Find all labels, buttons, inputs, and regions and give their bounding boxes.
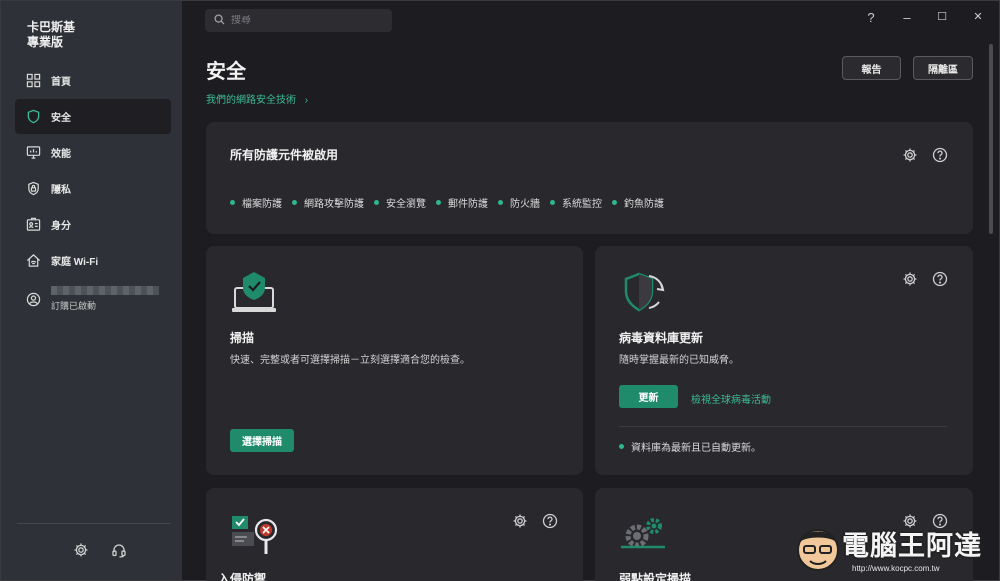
card-actions [902,147,948,166]
scan-desc: 快速、完整或者可選擇掃描－立刻選擇適合您的檢查。 [230,355,470,366]
subscription-status: 訂購已啟動 [51,301,97,311]
protection-status-title: 所有防護元件被啟用 [230,148,339,162]
search-icon [214,13,225,28]
scan-laptop-icon [230,270,278,317]
sidebar-item-label: 隱私 [51,185,71,196]
sidebar-divider [17,523,171,524]
intrusion-prevention-card: 入侵防禦 [206,488,583,581]
account-email-redacted [51,286,159,295]
sidebar-item-security[interactable]: 安全 [15,99,171,134]
sidebar-item-home[interactable]: 首頁 [15,63,171,98]
close-button[interactable]: ✕ [968,10,988,23]
app-brand: 卡巴斯基 專業版 [27,20,75,50]
card-actions [512,513,558,532]
account-info: 訂購已啟動 [51,286,159,312]
search-box[interactable] [205,9,392,32]
sidebar: 卡巴斯基 專業版 首頁 安全 效能 隱私 身分 家庭 Wi-Fi 訂購已啟動 [1,1,182,580]
brand-line-1: 卡巴斯基 [27,20,76,34]
sidebar-item-privacy[interactable]: 隱私 [15,171,171,206]
gear-icon[interactable] [902,271,918,290]
home-wifi-icon [25,253,41,269]
component-list: 檔案防護 網路攻擊防護 安全瀏覽 郵件防護 防火牆 系統監控 釣魚防護 [230,195,664,210]
home-grid-icon [25,73,41,89]
component-item[interactable]: 防火牆 [498,195,540,210]
card-divider [619,426,947,427]
component-item[interactable]: 郵件防護 [436,195,488,210]
shield-icon [25,109,41,125]
sidebar-item-label: 身分 [51,221,71,232]
brand-line-2: 專業版 [27,35,64,49]
database-update-card: 病毒資料庫更新 隨時掌握最新的已知威脅。 更新 檢視全球病毒活動 資料庫為最新且… [595,246,973,475]
user-icon [25,291,41,307]
quarantine-button[interactable]: 隔離區 [913,56,973,80]
intrusion-title: 入侵防禦 [218,572,267,581]
app-block-magnifier-icon [230,514,280,561]
privacy-lock-icon [25,181,41,197]
scrollbar-thumb[interactable] [989,44,993,234]
sidebar-nav: 首頁 安全 效能 隱私 身分 家庭 Wi-Fi 訂購已啟動 [15,63,171,319]
headset-icon[interactable] [111,542,127,561]
gear-icon[interactable] [902,147,918,166]
component-item[interactable]: 檔案防護 [230,195,282,210]
help-circle-icon[interactable] [932,271,948,290]
sidebar-item-label: 家庭 Wi-Fi [51,257,99,268]
component-item[interactable]: 安全瀏覽 [374,195,426,210]
page-title: 安全 [206,61,246,83]
minimize-button[interactable]: – [897,10,917,25]
watermark-url: http://www.kocpc.com.tw [852,564,940,573]
maximize-button[interactable]: ☐ [932,10,952,23]
update-button[interactable]: 更新 [619,385,678,408]
update-desc: 隨時掌握最新的已知威脅。 [619,355,739,366]
scan-card: 掃描 快速、完整或者可選擇掃描－立刻選擇適合您的檢查。 選擇掃描 [206,246,583,475]
help-circle-icon[interactable] [932,147,948,166]
sidebar-item-performance[interactable]: 效能 [15,135,171,170]
tech-link-label: 我們的網路安全技術 [206,95,296,106]
gears-icon [619,514,669,557]
search-input[interactable] [231,15,381,26]
gear-icon[interactable] [73,542,89,561]
update-title: 病毒資料庫更新 [619,331,704,345]
sidebar-item-home-wifi[interactable]: 家庭 Wi-Fi [15,243,171,278]
select-scan-button[interactable]: 選擇掃描 [230,429,294,452]
protection-status-card: 所有防護元件被啟用 檔案防護 網路攻擊防護 安全瀏覽 郵件防護 防火牆 系統監控… [206,122,973,234]
id-card-icon [25,217,41,233]
help-button[interactable]: ? [861,10,881,25]
sidebar-item-label: 效能 [51,149,71,160]
database-status-text: 資料庫為最新且已自動更新。 [631,443,761,454]
tech-link[interactable]: 我們的網路安全技術 › [206,91,308,106]
sidebar-item-label: 安全 [51,113,71,124]
monitor-icon [25,145,41,161]
card-actions [902,271,948,290]
scan-title: 掃描 [230,331,255,345]
gear-icon[interactable] [512,513,528,532]
watermark-text: 電腦王阿達 [842,531,982,561]
shield-refresh-icon [619,270,667,317]
database-status: 資料庫為最新且已自動更新。 [619,439,761,454]
global-virus-activity-link[interactable]: 檢視全球病毒活動 [691,391,771,406]
sidebar-item-identity[interactable]: 身分 [15,207,171,242]
report-button[interactable]: 報告 [842,56,901,80]
component-item[interactable]: 系統監控 [550,195,602,210]
site-watermark: 電腦王阿達 http://www.kocpc.com.tw [792,522,992,577]
help-circle-icon[interactable] [542,513,558,532]
component-item[interactable]: 網路攻擊防護 [292,195,364,210]
sidebar-footer [73,542,127,561]
component-item[interactable]: 釣魚防護 [612,195,664,210]
vulnerability-title: 弱點設定掃描 [619,572,692,581]
status-dot [619,444,624,449]
sidebar-item-label: 首頁 [51,77,71,88]
sidebar-item-account[interactable]: 訂購已啟動 [15,279,171,319]
chevron-right-icon: › [304,95,309,106]
